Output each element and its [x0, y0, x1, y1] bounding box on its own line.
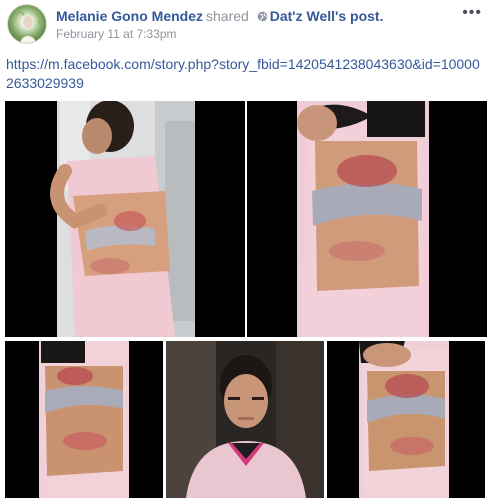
post-header: Melanie Gono Mendez shared Dat'z Well's p… — [0, 0, 492, 50]
photo-3[interactable] — [5, 341, 163, 498]
post-timestamp[interactable]: February 11 at 7:33pm — [56, 27, 177, 41]
author-avatar[interactable] — [7, 4, 47, 44]
photo-2[interactable] — [247, 101, 487, 337]
shared-post-link[interactable]: post. — [350, 8, 383, 24]
photo-4[interactable] — [166, 341, 324, 498]
photo-5[interactable] — [327, 341, 485, 498]
globe-icon — [257, 9, 268, 25]
post-headline: Melanie Gono Mendez shared Dat'z Well's p… — [56, 8, 383, 25]
photo-1[interactable] — [5, 101, 245, 337]
shared-page-link[interactable]: Dat'z Well's — [270, 8, 346, 24]
more-options-icon[interactable]: ••• — [462, 4, 482, 22]
author-name[interactable]: Melanie Gono Mendez — [56, 8, 203, 24]
post-link[interactable]: https://m.facebook.com/story.php?story_f… — [6, 55, 486, 93]
shared-action: shared — [206, 8, 249, 24]
